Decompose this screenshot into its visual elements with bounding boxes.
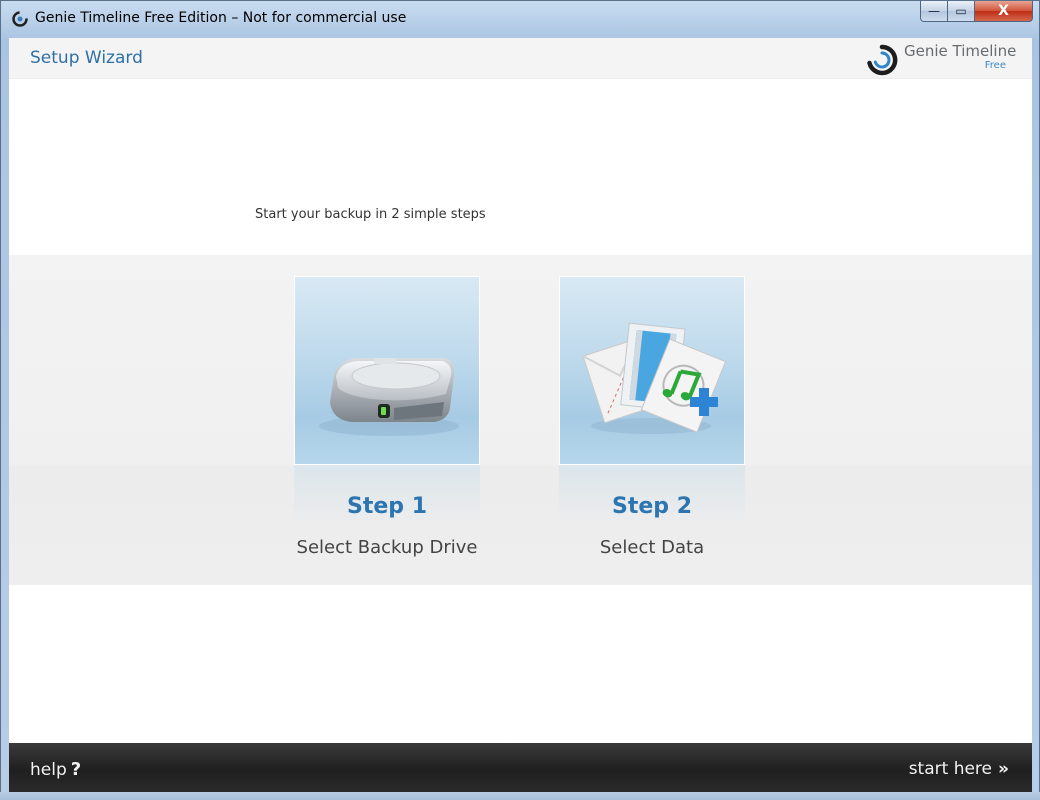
app-window: Genie Timeline Free Edition – Not for co… <box>0 0 1040 800</box>
files-add-icon <box>582 322 727 434</box>
brand-edition: Free <box>984 60 1006 71</box>
step-1-tile[interactable] <box>294 276 480 465</box>
hard-drive-icon <box>319 358 459 436</box>
header: Setup Wizard Genie Timeline Free <box>9 38 1032 79</box>
help-link[interactable]: help? <box>30 759 81 780</box>
intro-text: Start your backup in 2 simple steps <box>255 207 486 222</box>
window-controls: — ▭ X <box>920 1 1033 23</box>
minimize-button[interactable]: — <box>920 1 948 22</box>
step-2-subtitle[interactable]: Select Data <box>519 537 785 558</box>
page-title: Setup Wizard <box>30 48 143 68</box>
help-label: help <box>30 760 67 780</box>
footer-bar: help? start here» <box>9 743 1032 793</box>
steps-band <box>9 255 1032 585</box>
step-1-subtitle[interactable]: Select Backup Drive <box>254 537 520 558</box>
maximize-button[interactable]: ▭ <box>948 1 975 22</box>
step-2-tile[interactable] <box>559 276 745 465</box>
close-button[interactable]: X <box>975 1 1033 22</box>
step-1-card[interactable]: Step 1 Select Backup Drive <box>294 276 480 558</box>
minimize-icon: — <box>928 4 940 18</box>
client-area: Setup Wizard Genie Timeline Free Start y… <box>9 38 1032 793</box>
double-chevron-right-icon: » <box>998 759 1009 779</box>
taskbar-strip <box>0 792 1040 800</box>
maximize-icon: ▭ <box>955 4 967 18</box>
step-2-title[interactable]: Step 2 <box>559 494 745 519</box>
start-here-button[interactable]: start here» <box>908 759 1009 779</box>
title-bar[interactable]: Genie Timeline Free Edition – Not for co… <box>1 1 1039 37</box>
window-title: Genie Timeline Free Edition – Not for co… <box>35 10 407 26</box>
app-icon <box>12 11 28 27</box>
brand-logo: Genie Timeline Free <box>866 42 1016 76</box>
step-1-title[interactable]: Step 1 <box>294 494 480 519</box>
help-icon: ? <box>70 759 82 780</box>
start-here-label: start here <box>908 759 993 779</box>
close-icon: X <box>998 3 1009 19</box>
brand-name: Genie Timeline <box>904 42 1017 60</box>
step-2-card[interactable]: Step 2 Select Data <box>559 276 745 558</box>
genie-logo-icon <box>867 44 898 76</box>
